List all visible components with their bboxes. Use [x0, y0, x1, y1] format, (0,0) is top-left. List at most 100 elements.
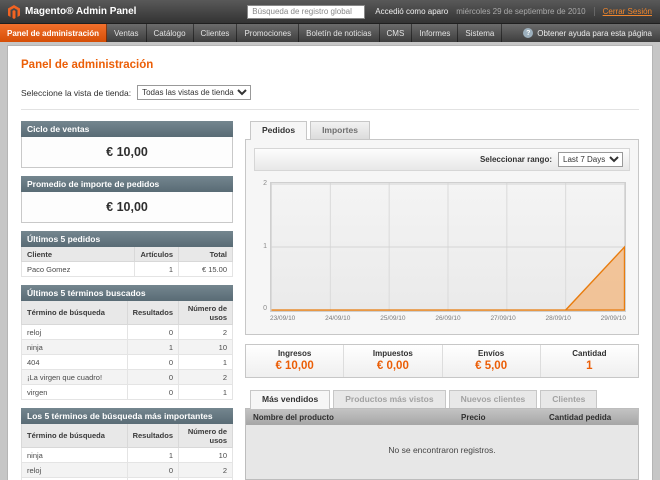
logo-text: Magento® Admin Panel	[25, 6, 136, 17]
dashboard-main: Pedidos Importes Seleccionar rango: Last…	[245, 121, 639, 480]
last-orders-box: Últimos 5 pedidos Cliente Artículos Tota…	[21, 231, 233, 277]
total-envios: Envíos € 5,00	[442, 345, 540, 377]
magento-logo[interactable]: Magento® Admin Panel	[8, 5, 136, 19]
global-search-input[interactable]	[247, 5, 365, 19]
lifetime-sales-value: € 10,00	[21, 137, 233, 168]
tab-productos-mas-vistos[interactable]: Productos más vistos	[333, 390, 445, 408]
x-tick: 28/09/10	[546, 315, 571, 322]
chart-y-axis: 2 1 0	[256, 180, 267, 312]
logout-link[interactable]: Cerrar Sesión	[594, 7, 652, 16]
top-bar-right: Accedió como aparo miércoles 29 de septi…	[375, 7, 652, 16]
x-tick: 26/09/10	[435, 315, 460, 322]
store-view-select[interactable]: Todas las vistas de tienda	[137, 85, 251, 100]
main-nav: Panel de administración Ventas Catálogo …	[0, 24, 660, 42]
range-label: Seleccionar rango:	[480, 155, 552, 164]
page-title: Panel de administración	[21, 59, 639, 71]
top-search-box: Los 5 términos de búsqueda más important…	[21, 408, 233, 480]
help-icon: ?	[523, 28, 533, 38]
total-ingresos: Ingresos € 10,00	[246, 345, 343, 377]
lifetime-sales-box: Ciclo de ventas € 10,00	[21, 121, 233, 168]
nav-item-promociones[interactable]: Promociones	[237, 24, 299, 42]
y-tick: 2	[256, 180, 267, 187]
y-tick: 0	[256, 305, 267, 312]
chart-plot	[270, 182, 626, 312]
nav-item-sistema[interactable]: Sistema	[458, 24, 502, 42]
column-header: Nombre del producto	[246, 409, 454, 425]
column-header: Artículos	[135, 247, 179, 262]
last-orders-table: Cliente Artículos Total Paco Gomez 1 € 1…	[21, 247, 233, 277]
table-row[interactable]: ¡La virgen que cuadro! 0 2	[22, 370, 233, 385]
column-header: Precio	[454, 409, 542, 425]
products-grid-header: Nombre del producto Precio Cantidad pedi…	[246, 409, 638, 425]
table-row[interactable]: virgen 0 1	[22, 385, 233, 400]
nav-item-dashboard[interactable]: Panel de administración	[0, 24, 107, 42]
store-switcher-label: Seleccione la vista de tienda:	[21, 88, 131, 98]
help-label: Obtener ayuda para esta página	[537, 29, 652, 38]
x-tick: 27/09/10	[490, 315, 515, 322]
logged-in-as: Accedió como aparo	[375, 7, 448, 16]
orders-chart: 2 1 0 23/09/10 24/09/10 25/09/10	[254, 180, 630, 326]
last-search-box: Últimos 5 términos buscados Término de b…	[21, 285, 233, 400]
content-card: Panel de administración Seleccione la vi…	[7, 45, 653, 480]
products-grid: Nombre del producto Precio Cantidad pedi…	[245, 408, 639, 480]
total-cantidad: Cantidad 1	[540, 345, 638, 377]
tab-importes[interactable]: Importes	[310, 121, 370, 139]
x-tick: 24/09/10	[325, 315, 350, 322]
tab-mas-vendidos[interactable]: Más vendidos	[250, 390, 330, 409]
tab-nuevos-clientes[interactable]: Nuevos clientes	[449, 390, 538, 408]
magento-admin-window: Magento® Admin Panel Accedió como aparo …	[0, 0, 660, 480]
grid-empty-message: No se encontraron registros.	[246, 425, 638, 479]
tab-pedidos[interactable]: Pedidos	[250, 121, 307, 140]
page-help-link[interactable]: ? Obtener ayuda para esta página	[515, 24, 660, 42]
range-bar: Seleccionar rango: Last 7 Days	[254, 148, 630, 171]
totals-bar: Ingresos € 10,00 Impuestos € 0,00 Envíos…	[245, 344, 639, 378]
content-wrap: Panel de administración Seleccione la vi…	[0, 42, 660, 480]
table-row[interactable]: reloj 0 2	[22, 325, 233, 340]
grid-tabs: Más vendidos Productos más vistos Nuevos…	[245, 390, 639, 408]
y-tick: 1	[256, 243, 267, 250]
x-tick: 25/09/10	[380, 315, 405, 322]
last-search-title: Últimos 5 términos buscados	[21, 285, 233, 301]
column-header: Total	[179, 247, 233, 262]
dashboard-columns: Ciclo de ventas € 10,00 Promedio de impo…	[21, 121, 639, 480]
diagram-tabs: Pedidos Importes	[245, 121, 639, 139]
nav-item-cms[interactable]: CMS	[380, 24, 413, 42]
range-select[interactable]: Last 7 Days	[558, 152, 623, 167]
chart-x-axis: 23/09/10 24/09/10 25/09/10 26/09/10 27/0…	[270, 315, 626, 326]
top-bar: Magento® Admin Panel Accedió como aparo …	[0, 0, 660, 24]
column-header: Número de usos	[179, 301, 233, 325]
column-header: Cantidad pedida	[542, 409, 638, 425]
column-header: Término de búsqueda	[22, 301, 128, 325]
table-row[interactable]: ninja 1 10	[22, 340, 233, 355]
x-tick: 29/09/10	[601, 315, 626, 322]
average-orders-title: Promedio de importe de pedidos	[21, 176, 233, 192]
table-row[interactable]: ninja 1 10	[22, 448, 233, 463]
top-search-title: Los 5 términos de búsqueda más important…	[21, 408, 233, 424]
column-header: Resultados	[127, 301, 178, 325]
average-orders-value: € 10,00	[21, 192, 233, 223]
last-orders-title: Últimos 5 pedidos	[21, 231, 233, 247]
column-header: Cliente	[22, 247, 135, 262]
table-row[interactable]: 404 0 1	[22, 355, 233, 370]
lifetime-sales-title: Ciclo de ventas	[21, 121, 233, 137]
average-orders-box: Promedio de importe de pedidos € 10,00	[21, 176, 233, 223]
current-date: miércoles 29 de septiembre de 2010	[456, 7, 585, 16]
nav-item-catalogo[interactable]: Catálogo	[147, 24, 194, 42]
dashboard-sidebar: Ciclo de ventas € 10,00 Promedio de impo…	[21, 121, 233, 480]
store-switcher: Seleccione la vista de tienda: Todas las…	[21, 85, 639, 110]
column-header: Resultados	[127, 424, 178, 448]
nav-item-informes[interactable]: Informes	[412, 24, 458, 42]
table-row[interactable]: reloj 0 2	[22, 463, 233, 478]
nav-item-clientes[interactable]: Clientes	[194, 24, 238, 42]
nav-item-ventas[interactable]: Ventas	[107, 24, 146, 42]
last-search-table: Término de búsqueda Resultados Número de…	[21, 301, 233, 400]
tab-clientes[interactable]: Clientes	[540, 390, 597, 408]
magento-logo-icon	[8, 5, 20, 19]
orders-panel: Seleccionar rango: Last 7 Days 2 1 0	[245, 139, 639, 335]
table-row[interactable]: Paco Gomez 1 € 15.00	[22, 262, 233, 277]
column-header: Número de usos	[179, 424, 233, 448]
x-tick: 23/09/10	[270, 315, 295, 322]
column-header: Término de búsqueda	[22, 424, 128, 448]
total-impuestos: Impuestos € 0,00	[343, 345, 441, 377]
nav-item-boletin[interactable]: Boletín de noticias	[299, 24, 379, 42]
